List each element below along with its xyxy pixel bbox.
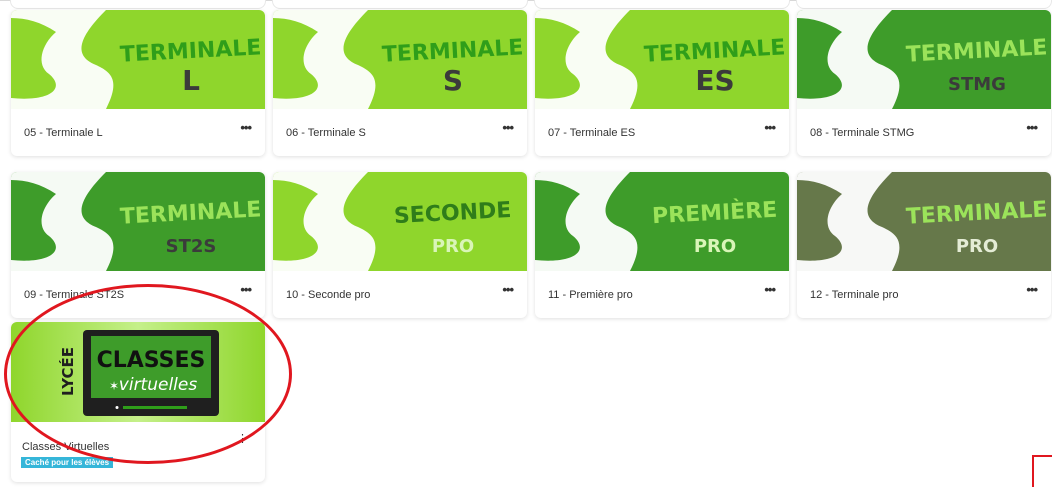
logo-text-virtuelles: virtuelles: [119, 375, 198, 395]
course-title[interactable]: 08 - Terminale STMG: [810, 127, 914, 139]
course-card[interactable]: PREMIÈRE PRO 11 - Première pro •••: [535, 172, 789, 318]
course-title[interactable]: 06 - Terminale S: [286, 127, 366, 139]
course-banner-image: TERMINALE STMG: [797, 10, 1051, 109]
course-title[interactable]: 11 - Première pro: [548, 289, 633, 301]
course-card[interactable]: TERMINALE ST2S 09 - Terminale ST2S •••: [11, 172, 265, 318]
banner-subword: ST2S: [166, 236, 217, 257]
course-banner-image: TERMINALE ES: [535, 10, 789, 109]
card-edge: [10, 0, 266, 9]
course-card[interactable]: TERMINALE PRO 12 - Terminale pro •••: [797, 172, 1051, 318]
course-banner-image: SECONDE PRO: [273, 172, 527, 271]
more-options-icon[interactable]: •••: [240, 120, 252, 135]
logo-text-lycee: LYCÉE: [58, 347, 77, 396]
course-banner-image: TERMINALE S: [273, 10, 527, 109]
course-title[interactable]: 12 - Terminale pro: [810, 289, 898, 301]
more-options-icon[interactable]: ⋮: [237, 432, 248, 445]
course-title[interactable]: 10 - Seconde pro: [286, 289, 370, 301]
banner-subword: PRO: [432, 236, 474, 257]
course-card[interactable]: TERMINALE S 06 - Terminale S •••: [273, 10, 527, 156]
card-edge: [796, 0, 1052, 9]
more-options-icon[interactable]: •••: [764, 282, 776, 297]
more-options-icon[interactable]: •••: [502, 282, 514, 297]
course-card[interactable]: TERMINALE ES 07 - Terminale ES •••: [535, 10, 789, 156]
banner-subword: L: [182, 64, 200, 97]
course-card[interactable]: TERMINALE STMG 08 - Terminale STMG •••: [797, 10, 1051, 156]
more-options-icon[interactable]: •••: [1026, 282, 1038, 297]
course-title[interactable]: 07 - Terminale ES: [548, 127, 635, 139]
course-title[interactable]: Classes Virtuelles: [22, 441, 109, 453]
course-banner-image: TERMINALE PRO: [797, 172, 1051, 271]
card-edge: [272, 0, 528, 9]
more-options-icon[interactable]: •••: [1026, 120, 1038, 135]
course-card-classes-virtuelles[interactable]: CLASSES virtuelles ✶ LYCÉE Classes Virtu…: [11, 322, 265, 482]
svg-text:✶: ✶: [109, 379, 119, 393]
more-options-icon[interactable]: •••: [764, 120, 776, 135]
course-banner-image: TERMINALE ST2S: [11, 172, 265, 271]
course-card[interactable]: SECONDE PRO 10 - Seconde pro •••: [273, 172, 527, 318]
banner-subword: S: [443, 64, 463, 97]
more-options-icon[interactable]: •••: [240, 282, 252, 297]
banner-subword: PRO: [694, 236, 736, 257]
course-banner-image: PREMIÈRE PRO: [535, 172, 789, 271]
classes-virtuelles-logo: CLASSES virtuelles ✶ LYCÉE: [11, 322, 265, 422]
banner-subword: PRO: [956, 236, 998, 257]
card-edge: [534, 0, 790, 9]
annotation-corner: [1032, 455, 1052, 487]
banner-subword: ES: [695, 64, 734, 97]
banner-subword: STMG: [948, 74, 1006, 95]
more-options-icon[interactable]: •••: [502, 120, 514, 135]
course-title[interactable]: 05 - Terminale L: [24, 127, 103, 139]
course-card[interactable]: TERMINALE L 05 - Terminale L •••: [11, 10, 265, 156]
course-banner-image: TERMINALE L: [11, 10, 265, 109]
hidden-badge: Caché pour les élèves: [21, 457, 114, 468]
logo-text-classes: CLASSES: [97, 348, 206, 373]
course-title[interactable]: 09 - Terminale ST2S: [24, 289, 124, 301]
